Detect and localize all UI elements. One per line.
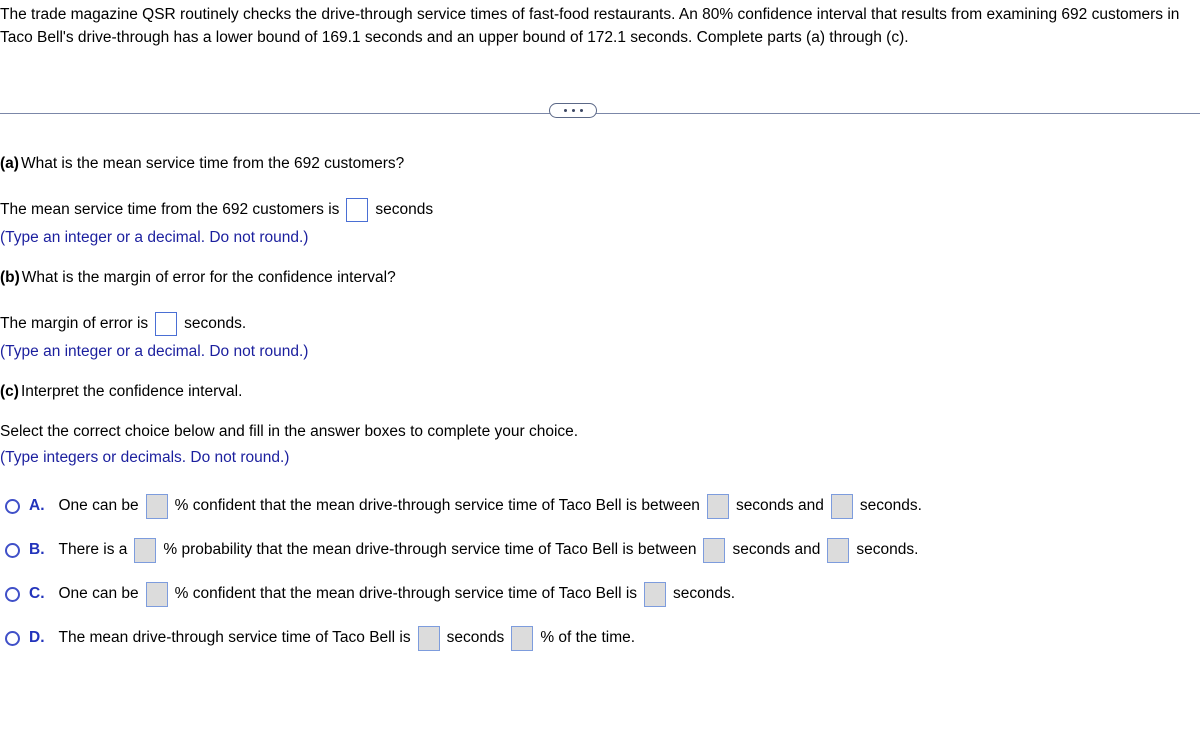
part-a-question-text: What is the mean service time from the 6… xyxy=(20,155,405,172)
choice-answer-input[interactable] xyxy=(511,625,534,651)
choice-letter: C. xyxy=(29,585,45,602)
choice-text-segment: seconds and xyxy=(732,541,821,558)
part-a-hint: (Type an integer or a decimal. Do not ro… xyxy=(0,229,309,246)
part-b-answer-prefix: The margin of error is xyxy=(0,315,149,332)
choice-option-b[interactable]: B. There is a % probability that the mean … xyxy=(0,528,1200,572)
ellipsis-dot-2 xyxy=(571,109,575,112)
choice-answer-input[interactable] xyxy=(830,493,853,519)
choice-answer-input[interactable] xyxy=(417,625,440,651)
choice-answer-input[interactable] xyxy=(706,493,729,519)
part-b-hint: (Type an integer or a decimal. Do not ro… xyxy=(0,343,309,360)
part-a-question: (a) What is the mean service time from t… xyxy=(0,153,404,175)
radio-button-a[interactable] xyxy=(5,498,20,514)
choice-text: One can be % confident that the mean driv… xyxy=(58,493,922,519)
divider-line xyxy=(0,113,1200,114)
part-a-label: (a) xyxy=(0,155,19,172)
choice-text-segment: The mean drive-through service time of T… xyxy=(58,629,411,646)
part-b-question-text: What is the margin of error for the conf… xyxy=(21,269,396,286)
radio-button-c[interactable] xyxy=(5,586,20,602)
part-a-answer-input[interactable] xyxy=(346,198,369,222)
choice-text-segment: One can be xyxy=(58,497,139,514)
choice-text: The mean drive-through service time of T… xyxy=(58,625,636,651)
part-c-question-text: Interpret the confidence interval. xyxy=(20,383,243,400)
part-c-label: (c) xyxy=(0,383,19,400)
choice-text: One can be % confident that the mean driv… xyxy=(58,581,736,607)
part-b-question: (b) What is the margin of error for the … xyxy=(0,267,396,289)
part-a-answer-row: The mean service time from the 692 custo… xyxy=(0,198,433,222)
part-c-hint: (Type integers or decimals. Do not round… xyxy=(0,449,290,466)
choice-text-segment: seconds. xyxy=(859,497,922,514)
choice-text-segment: % confident that the mean drive-through … xyxy=(174,497,700,514)
choice-text-segment: % of the time. xyxy=(540,629,636,646)
choice-answer-input[interactable] xyxy=(145,581,168,607)
choice-list: A. One can be % confident that the mean dr… xyxy=(0,484,1200,660)
part-b-label: (b) xyxy=(0,269,20,286)
choice-answer-input[interactable] xyxy=(145,493,168,519)
choice-answer-input[interactable] xyxy=(134,537,157,563)
choice-letter: B. xyxy=(29,541,45,558)
choice-answer-input[interactable] xyxy=(703,537,726,563)
choice-text-segment: % confident that the mean drive-through … xyxy=(174,585,638,602)
choice-text-segment: There is a xyxy=(58,541,128,558)
section-divider xyxy=(0,104,1200,124)
part-c-question: (c) Interpret the confidence interval. xyxy=(0,381,242,403)
choice-text-segment: seconds. xyxy=(856,541,919,558)
choice-answer-input[interactable] xyxy=(644,581,667,607)
problem-statement: The trade magazine QSR routinely checks … xyxy=(0,6,1180,46)
choice-text-segment: One can be xyxy=(58,585,139,602)
part-b-answer-input[interactable] xyxy=(155,312,178,336)
radio-button-d[interactable] xyxy=(5,630,20,646)
choice-text-segment: % probability that the mean drive-throug… xyxy=(163,541,697,558)
choice-letter: D. xyxy=(29,629,45,646)
more-options-ellipsis-button[interactable] xyxy=(549,103,597,118)
choice-option-a[interactable]: A. One can be % confident that the mean dr… xyxy=(0,484,1200,528)
choice-answer-input[interactable] xyxy=(827,537,850,563)
choice-option-c[interactable]: C. One can be % confident that the mean dr… xyxy=(0,572,1200,616)
part-b-answer-suffix: seconds. xyxy=(184,315,247,332)
choice-letter: A. xyxy=(29,497,45,514)
part-a-answer-prefix: The mean service time from the 692 custo… xyxy=(0,201,340,218)
choice-option-d[interactable]: D. The mean drive-through service time of… xyxy=(0,616,1200,660)
ellipsis-dot-3 xyxy=(579,109,583,112)
choice-text-segment: seconds and xyxy=(735,497,824,514)
ellipsis-dot-1 xyxy=(563,109,567,112)
choice-text-segment: seconds xyxy=(446,629,505,646)
choice-text-segment: seconds. xyxy=(673,585,736,602)
choice-text: There is a % probability that the mean dr… xyxy=(58,537,919,563)
radio-button-b[interactable] xyxy=(5,542,20,558)
part-c-instruction: Select the correct choice below and fill… xyxy=(0,423,579,440)
problem-page: The trade magazine QSR routinely checks … xyxy=(0,0,1200,756)
part-b-answer-row: The margin of error is seconds. xyxy=(0,312,246,336)
part-a-answer-suffix: seconds xyxy=(375,201,434,218)
